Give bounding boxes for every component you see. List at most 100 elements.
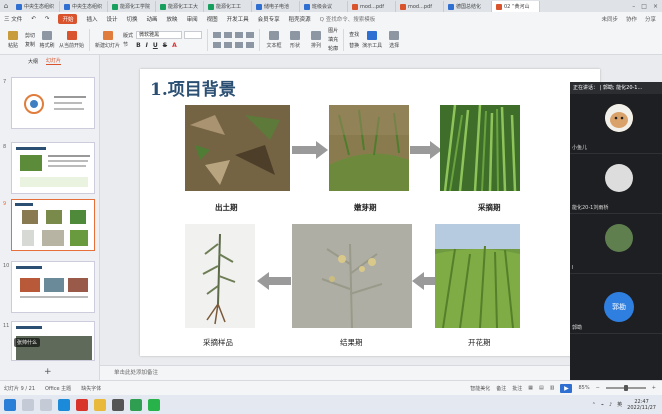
sync-status[interactable]: 未同步 [601, 15, 618, 23]
photo-sample[interactable] [185, 224, 255, 328]
browser-tab[interactable]: 中央生态组织 [60, 1, 108, 12]
menu-member[interactable]: 会员专享 [258, 15, 280, 23]
thumbnail-row[interactable]: 10 [3, 261, 95, 313]
browser-tab[interactable]: 能源化工学院 [108, 1, 156, 12]
smart-beautify-button[interactable]: 智能美化 [470, 385, 490, 392]
reading-view-icon[interactable]: ▥ [550, 385, 555, 391]
menu-start-tab[interactable]: 开始 [58, 13, 78, 24]
menu-animation[interactable]: 动画 [147, 15, 158, 23]
font-size-select[interactable] [184, 30, 203, 39]
thumbnail-row[interactable]: 8 [3, 142, 95, 194]
notes-button[interactable]: 备注 [496, 385, 506, 392]
bullet-list-icon[interactable] [213, 31, 222, 38]
play-from-current-button[interactable]: 从当前开始 [59, 30, 84, 49]
bold-icon[interactable]: B [136, 42, 141, 49]
wps-icon[interactable] [76, 398, 88, 411]
slide-canvas[interactable]: 1.项目背景 出土期 嫩芽期 采摘期 采摘样品 结果期 开花期 [140, 69, 600, 356]
comments-button[interactable]: 批注 [512, 385, 522, 392]
collaborate-button[interactable]: 协作 [626, 15, 637, 23]
menu-design[interactable]: 设计 [107, 15, 118, 23]
play-slideshow-button[interactable]: ▶ [560, 383, 573, 393]
cut-button[interactable]: 剪切 [25, 32, 35, 39]
browser-tab[interactable]: 德国总结化 [444, 1, 492, 12]
search-command-input[interactable]: Q 查找命令、搜索模板 [320, 15, 376, 23]
new-slide-button[interactable]: 新建幻灯片 [95, 30, 120, 49]
layout-button[interactable]: 版式 [123, 32, 133, 39]
network-icon[interactable]: ⌁ [601, 402, 604, 408]
photo-sprout[interactable] [329, 105, 409, 191]
participant-tile[interactable]: 郭勘 郭勘 [570, 274, 662, 334]
clock[interactable]: 22:47 2022/11/27 [627, 399, 656, 411]
outdent-icon[interactable] [246, 31, 255, 38]
slide-thumbnail[interactable]: 张帅什么 [11, 321, 95, 361]
file-menu[interactable]: 三 文件 [4, 15, 22, 23]
search-icon[interactable] [22, 398, 34, 411]
align-center-icon[interactable] [224, 41, 233, 48]
align-left-icon[interactable] [213, 41, 222, 48]
explorer-icon[interactable] [94, 398, 106, 411]
zoom-in-icon[interactable]: + [652, 385, 656, 391]
thumbnail-row[interactable]: 11 张帅什么 [3, 321, 95, 361]
replace-button[interactable]: 替换 [349, 42, 359, 49]
browser-tab[interactable]: mod...pdf [348, 1, 396, 12]
tab-slides[interactable]: 幻灯片 [46, 57, 62, 65]
slide-thumbnail[interactable] [11, 261, 95, 313]
menu-insert[interactable]: 插入 [86, 15, 97, 23]
participant-tile[interactable]: 能化20-1刘雨桥 [570, 154, 662, 214]
add-slide-icon[interactable]: + [44, 367, 52, 377]
outline-button[interactable]: 轮廓 [328, 45, 338, 52]
browser-tab[interactable]: 中央生态组织 [12, 1, 60, 12]
browser-tab[interactable]: 能源化工工 [204, 1, 252, 12]
task-view-icon[interactable] [40, 398, 52, 411]
close-icon[interactable]: × [653, 3, 658, 10]
participant-tile[interactable]: I [570, 214, 662, 274]
zoom-out-icon[interactable]: − [596, 385, 600, 391]
shape-button[interactable]: 形状 [286, 30, 304, 49]
indent-icon[interactable] [235, 31, 244, 38]
italic-icon[interactable]: I [146, 42, 148, 49]
participant-tile[interactable]: 小鱼儿 [570, 94, 662, 154]
browser-tab[interactable]: 班级会议 [300, 1, 348, 12]
slide-thumbnail-selected[interactable] [11, 199, 95, 251]
strike-icon[interactable]: S [163, 42, 167, 49]
zoom-slider-knob[interactable] [623, 385, 628, 391]
font-family-select[interactable]: 微软雅黑 [136, 30, 183, 39]
photo-emergence[interactable] [185, 105, 290, 191]
slide-title[interactable]: 1.项目背景 [150, 75, 236, 100]
normal-view-icon[interactable]: ▦ [528, 385, 533, 391]
format-painter-button[interactable]: 格式刷 [38, 30, 56, 49]
app-icon[interactable] [112, 398, 124, 411]
photo-fruiting[interactable] [292, 224, 412, 328]
notes-input[interactable]: 单击此处添加备注 [100, 365, 570, 380]
photo-flowering[interactable] [435, 224, 520, 328]
justify-icon[interactable] [246, 41, 255, 48]
presentation-tools-button[interactable]: 演示工具 [362, 30, 382, 49]
input-language[interactable]: 英 [617, 401, 622, 408]
menu-view[interactable]: 视图 [207, 15, 218, 23]
browser-tab[interactable]: 能源化工工大 [156, 1, 204, 12]
share-button[interactable]: 分享 [645, 15, 656, 23]
tab-outline[interactable]: 大纲 [28, 58, 38, 65]
copy-button[interactable]: 复制 [25, 41, 35, 48]
paste-button[interactable]: 粘贴 [4, 30, 22, 49]
number-list-icon[interactable] [224, 31, 233, 38]
windows-start-icon[interactable] [4, 398, 16, 411]
thumbnail-row[interactable]: 9 [3, 199, 95, 251]
redo-icon[interactable]: ↷ [45, 16, 50, 22]
slide-thumbnail[interactable] [11, 142, 95, 194]
textbox-button[interactable]: 文本框 [265, 30, 283, 49]
maximize-icon[interactable]: □ [641, 3, 647, 10]
menu-transition[interactable]: 切换 [127, 15, 138, 23]
missing-font-button[interactable]: 缺失字体 [81, 385, 101, 392]
menu-devtools[interactable]: 开发工具 [227, 15, 249, 23]
menu-docer[interactable]: 稻壳资源 [289, 15, 311, 23]
browser-tab[interactable]: mod...pdf [396, 1, 444, 12]
fill-button[interactable]: 填充 [328, 36, 338, 43]
find-button[interactable]: 查找 [349, 31, 359, 38]
chevron-up-icon[interactable]: ⌃ [592, 402, 596, 408]
undo-icon[interactable]: ↶ [31, 16, 36, 22]
browser-tab[interactable]: 02 “黄河山 [492, 1, 540, 12]
slide-thumbnail[interactable] [11, 77, 95, 129]
chrome-icon[interactable] [130, 398, 142, 411]
wechat-icon[interactable] [148, 398, 160, 411]
